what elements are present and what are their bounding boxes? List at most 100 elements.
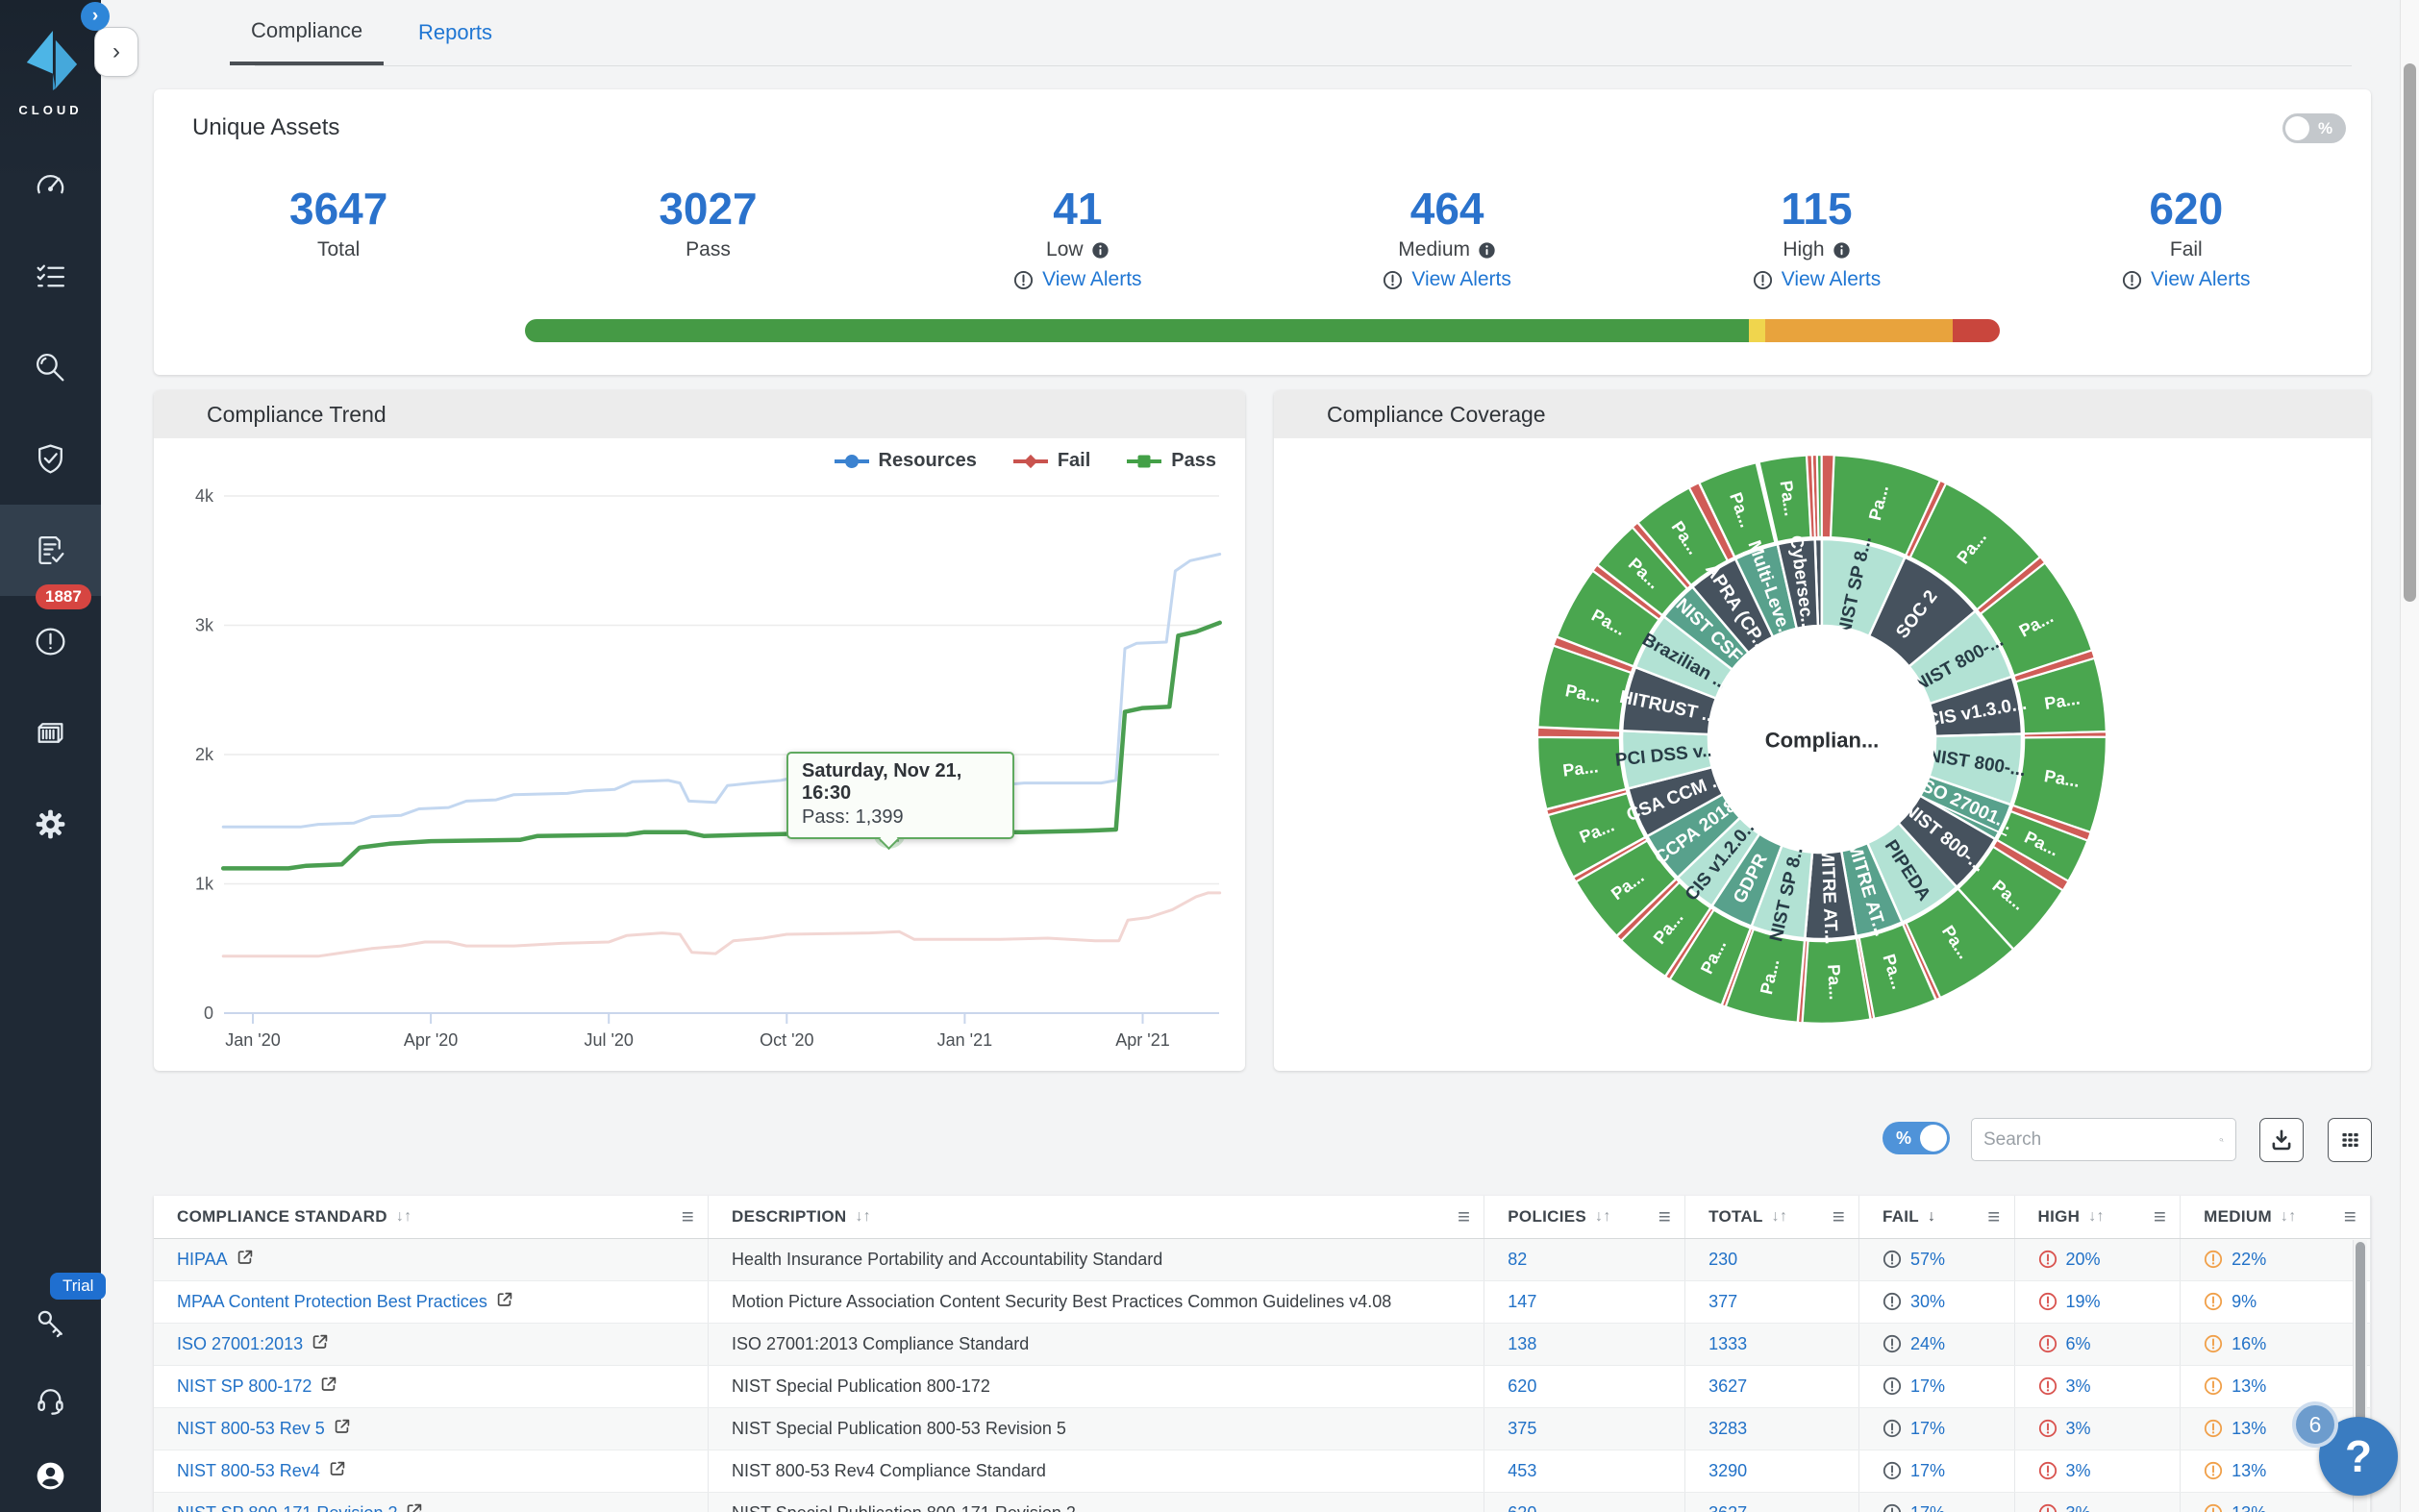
policies-count-link[interactable]: 620: [1508, 1503, 1536, 1512]
fail-percent-link[interactable]: 57%: [1910, 1250, 1945, 1270]
legend-item-resources[interactable]: Resources: [835, 450, 977, 472]
standard-link[interactable]: NIST 800-53 Rev 5: [177, 1419, 351, 1439]
sidebar-item-settings[interactable]: [0, 779, 101, 870]
high-percent-link[interactable]: 6%: [2066, 1334, 2091, 1354]
high-percent-link[interactable]: 3%: [2066, 1419, 2091, 1439]
total-count-link[interactable]: 1333: [1708, 1334, 1747, 1353]
external-link-icon[interactable]: [320, 1376, 337, 1393]
sort-icon[interactable]: ↓↑: [855, 1208, 871, 1226]
standard-link[interactable]: MPAA Content Protection Best Practices: [177, 1292, 513, 1312]
notification-chevron-icon[interactable]: ›: [81, 2, 110, 31]
sidebar-item-compute[interactable]: [0, 687, 101, 779]
column-settings-button[interactable]: [2328, 1118, 2372, 1162]
fail-percent-link[interactable]: 30%: [1910, 1292, 1945, 1312]
sort-desc-icon[interactable]: ↓: [1928, 1208, 1935, 1226]
total-count-link[interactable]: 3283: [1708, 1419, 1747, 1438]
column-menu-icon[interactable]: ≡: [1658, 1204, 1671, 1229]
total-count-link[interactable]: 3290: [1708, 1461, 1747, 1480]
column-header-description[interactable]: DESCRIPTION↓↑≡: [709, 1196, 1484, 1238]
high-percent-link[interactable]: 3%: [2066, 1376, 2091, 1397]
external-link-icon[interactable]: [329, 1460, 346, 1477]
table-percent-toggle-on[interactable]: %: [1883, 1122, 1950, 1154]
column-header-compliance-standard[interactable]: COMPLIANCE STANDARD↓↑≡: [154, 1196, 709, 1238]
column-menu-icon[interactable]: ≡: [2154, 1204, 2166, 1229]
sort-icon[interactable]: ↓↑: [396, 1208, 412, 1226]
sidebar-item-support[interactable]: [0, 1362, 101, 1438]
sidebar-item-search[interactable]: [0, 322, 101, 413]
page-scrollbar[interactable]: [2400, 0, 2419, 1512]
standard-link[interactable]: ISO 27001:2013: [177, 1334, 329, 1354]
policies-count-link[interactable]: 620: [1508, 1376, 1536, 1396]
high-percent-link[interactable]: 3%: [2066, 1503, 2091, 1512]
sidebar-item-alerts[interactable]: 1887: [0, 596, 101, 687]
external-link-icon[interactable]: [406, 1502, 423, 1512]
medium-percent-link[interactable]: 16%: [2232, 1334, 2266, 1354]
download-button[interactable]: [2259, 1118, 2304, 1162]
view-alerts-link[interactable]: View Alerts: [1383, 268, 1511, 291]
page-scrollbar-thumb[interactable]: [2404, 63, 2416, 602]
sidebar-item-governance[interactable]: [0, 413, 101, 505]
info-icon[interactable]: [1833, 241, 1851, 260]
high-percent-link[interactable]: 19%: [2066, 1292, 2101, 1312]
policies-count-link[interactable]: 138: [1508, 1334, 1536, 1353]
total-count-link[interactable]: 230: [1708, 1250, 1737, 1269]
sort-icon[interactable]: ↓↑: [1595, 1208, 1611, 1226]
high-percent-link[interactable]: 3%: [2066, 1461, 2091, 1481]
search-input[interactable]: [1983, 1129, 2219, 1151]
total-count-link[interactable]: 3627: [1708, 1503, 1747, 1512]
total-count-link[interactable]: 3627: [1708, 1376, 1747, 1396]
external-link-icon[interactable]: [334, 1418, 351, 1435]
policies-count-link[interactable]: 453: [1508, 1461, 1536, 1480]
sort-icon[interactable]: ↓↑: [1772, 1208, 1788, 1226]
sort-icon[interactable]: ↓↑: [2088, 1208, 2105, 1226]
fail-percent-link[interactable]: 17%: [1910, 1419, 1945, 1439]
column-header-policies[interactable]: POLICIES↓↑≡: [1484, 1196, 1685, 1238]
column-menu-icon[interactable]: ≡: [1458, 1204, 1470, 1229]
tab-reports[interactable]: Reports: [397, 0, 513, 65]
external-link-icon[interactable]: [496, 1291, 513, 1308]
view-alerts-link[interactable]: View Alerts: [2122, 268, 2251, 291]
fail-percent-link[interactable]: 17%: [1910, 1376, 1945, 1397]
legend-item-fail[interactable]: Fail: [1013, 450, 1090, 472]
view-alerts-link[interactable]: View Alerts: [1013, 268, 1142, 291]
external-link-icon[interactable]: [312, 1333, 329, 1351]
sidebar-item-profile[interactable]: [0, 1438, 101, 1512]
column-menu-icon[interactable]: ≡: [682, 1204, 694, 1229]
sidebar-item-compliance[interactable]: [0, 505, 101, 596]
info-icon[interactable]: [1478, 241, 1496, 260]
medium-percent-link[interactable]: 13%: [2232, 1419, 2266, 1439]
medium-percent-link[interactable]: 13%: [2232, 1503, 2266, 1512]
fail-percent-link[interactable]: 24%: [1910, 1334, 1945, 1354]
sidebar-item-key[interactable]: Trial: [0, 1286, 101, 1362]
table-scrollbar-thumb[interactable]: [2356, 1242, 2365, 1439]
policies-count-link[interactable]: 147: [1508, 1292, 1536, 1311]
sort-icon[interactable]: ↓↑: [2281, 1208, 2297, 1226]
column-menu-icon[interactable]: ≡: [1833, 1204, 1845, 1229]
sidebar-expand-button[interactable]: ›: [94, 27, 138, 77]
total-count-link[interactable]: 377: [1708, 1292, 1737, 1311]
medium-percent-link[interactable]: 13%: [2232, 1376, 2266, 1397]
high-percent-link[interactable]: 20%: [2066, 1250, 2101, 1270]
column-header-total[interactable]: TOTAL↓↑≡: [1685, 1196, 1859, 1238]
medium-percent-link[interactable]: 22%: [2232, 1250, 2266, 1270]
legend-item-pass[interactable]: Pass: [1127, 450, 1216, 472]
percent-toggle-off[interactable]: %: [2282, 113, 2346, 143]
sidebar-item-dashboard[interactable]: [0, 139, 101, 231]
external-link-icon[interactable]: [237, 1249, 254, 1266]
column-header-medium[interactable]: MEDIUM↓↑≡: [2181, 1196, 2371, 1238]
standard-link[interactable]: NIST 800-53 Rev4: [177, 1461, 346, 1481]
medium-percent-link[interactable]: 13%: [2232, 1461, 2266, 1481]
column-header-fail[interactable]: FAIL↓≡: [1858, 1196, 2014, 1238]
column-header-high[interactable]: HIGH↓↑≡: [2014, 1196, 2181, 1238]
info-icon[interactable]: [1091, 241, 1110, 260]
policies-count-link[interactable]: 82: [1508, 1250, 1527, 1269]
fail-percent-link[interactable]: 17%: [1910, 1503, 1945, 1512]
standard-link[interactable]: NIST SP 800-171 Revision 2: [177, 1503, 423, 1512]
standard-link[interactable]: HIPAA: [177, 1250, 254, 1270]
tab-compliance[interactable]: Compliance: [230, 0, 384, 65]
view-alerts-link[interactable]: View Alerts: [1753, 268, 1882, 291]
medium-percent-link[interactable]: 9%: [2232, 1292, 2257, 1312]
fail-percent-link[interactable]: 17%: [1910, 1461, 1945, 1481]
sidebar-item-policies[interactable]: [0, 231, 101, 322]
policies-count-link[interactable]: 375: [1508, 1419, 1536, 1438]
